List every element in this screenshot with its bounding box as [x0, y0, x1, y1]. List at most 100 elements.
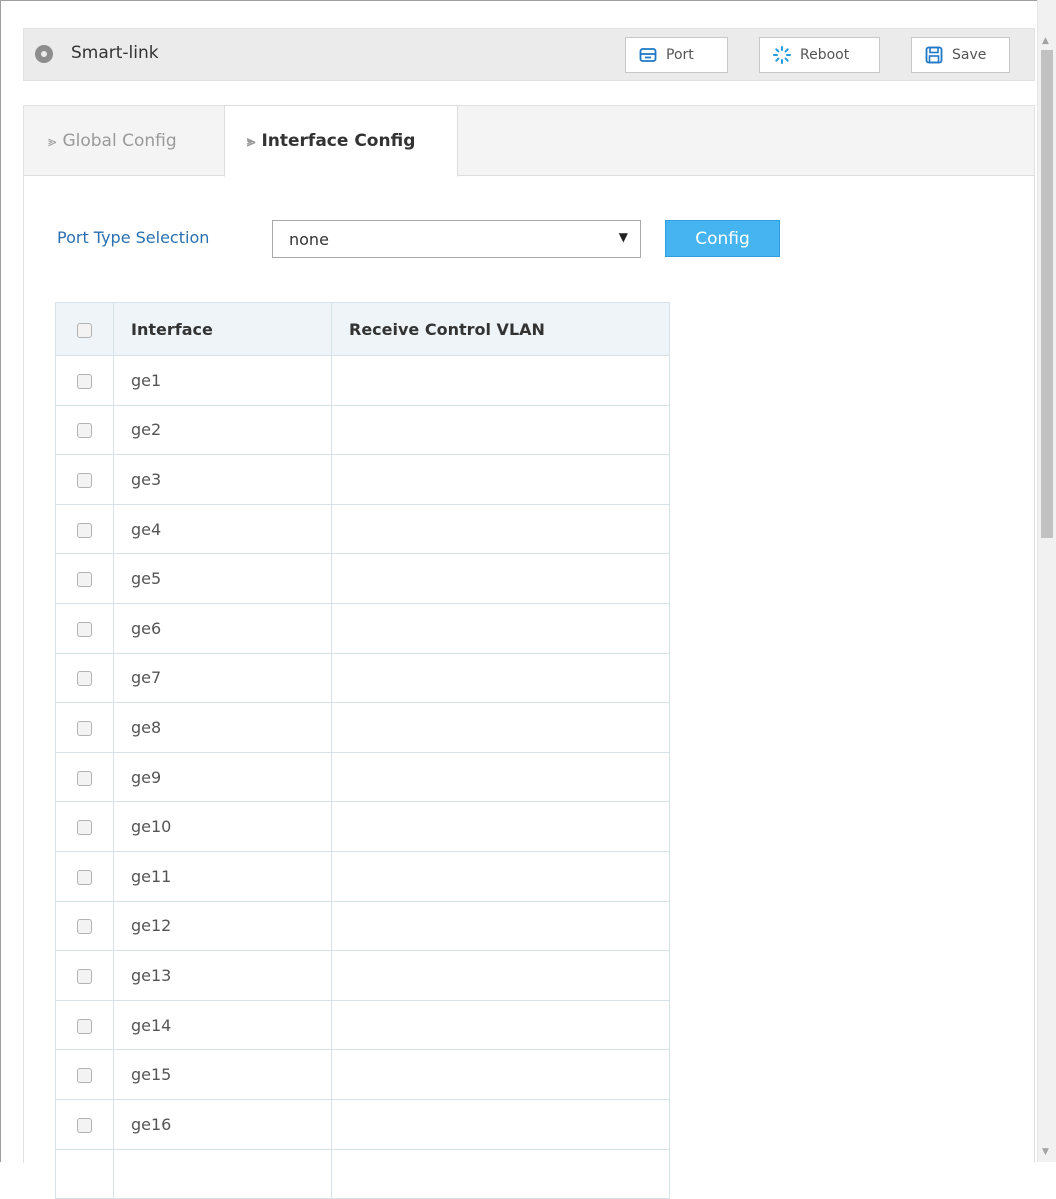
interface-cell: ge3 [113, 454, 332, 505]
row-checkbox[interactable] [77, 423, 92, 439]
tab-interface-config[interactable]: ⪢ Interface Config [224, 105, 458, 177]
select-all-checkbox[interactable] [77, 322, 92, 338]
interface-cell: ge7 [113, 652, 332, 704]
port-type-label: Port Type Selection [57, 228, 210, 247]
table-row: ge13 [55, 950, 670, 1001]
interface-cell: ge5 [113, 553, 332, 604]
scroll-up-arrow-icon[interactable]: ▲ [1042, 36, 1049, 46]
row-checkbox[interactable] [77, 720, 92, 736]
interface-cell: ge14 [113, 999, 332, 1051]
row-checkbox[interactable] [77, 820, 92, 836]
row-checkbox[interactable] [77, 572, 92, 588]
interface-cell: ge11 [113, 850, 332, 902]
scroll-down-arrow-icon[interactable]: ▼ [1042, 1147, 1049, 1157]
row-checkbox[interactable] [77, 968, 92, 984]
table-header-row: Interface Receive Control VLAN [55, 302, 670, 356]
row-checkbox[interactable] [77, 1117, 92, 1133]
interface-cell: ge15 [113, 1049, 332, 1100]
row-checkbox[interactable] [77, 770, 92, 786]
vlan-cell [331, 801, 670, 852]
table-row: ge11 [55, 850, 670, 902]
interface-cell: ge12 [113, 900, 332, 952]
table-body: ge1 ge2 ge3 ge4 ge5 ge6 ge7 ge8 ge9 ge10… [55, 355, 670, 1199]
interface-table: Interface Receive Control VLAN ge1 ge2 g… [55, 302, 670, 1199]
smart-link-panel: Smart-link Port Reboot Save ⪢ Global Con… [23, 28, 1035, 1199]
row-checkbox[interactable] [77, 1018, 92, 1034]
vlan-cell [331, 850, 670, 902]
row-checkbox[interactable] [77, 472, 92, 488]
vlan-cell [331, 751, 670, 803]
interface-cell: ge1 [113, 355, 332, 406]
reboot-label: Reboot [800, 47, 850, 63]
vlan-cell [331, 1148, 670, 1199]
interface-cell: ge8 [113, 702, 332, 753]
vertical-scrollbar[interactable]: ▲ ▼ [1037, 0, 1056, 1162]
save-button[interactable]: Save [911, 37, 1010, 73]
table-row: ge2 [55, 404, 670, 456]
chevron-right-icon: ⪢ [48, 131, 57, 150]
table-row: ge16 [55, 1098, 670, 1150]
port-type-value: none [289, 230, 329, 249]
vlan-cell [331, 950, 670, 1001]
vlan-cell [331, 602, 670, 654]
port-icon [638, 45, 658, 65]
port-type-select[interactable]: none ▼ [272, 220, 641, 258]
table-row: ge6 [55, 602, 670, 654]
row-checkbox[interactable] [77, 919, 92, 935]
table-row: ge4 [55, 503, 670, 555]
table-row: ge15 [55, 1049, 670, 1100]
interface-cell: ge6 [113, 602, 332, 654]
interface-cell: ge9 [113, 751, 332, 803]
vlan-cell [331, 1049, 670, 1100]
interface-cell: ge16 [113, 1098, 332, 1150]
row-checkbox[interactable] [77, 671, 92, 687]
vlan-cell [331, 702, 670, 753]
config-tabs: ⪢ Global Config ⪢ Interface Config [23, 105, 1035, 177]
row-checkbox[interactable] [77, 373, 92, 389]
row-checkbox[interactable] [77, 1068, 92, 1084]
vlan-cell [331, 652, 670, 704]
column-header-interface: Interface [113, 302, 332, 356]
location-pin-icon [35, 45, 53, 63]
dropdown-arrow-icon: ▼ [618, 230, 628, 244]
column-header-receive-control-vlan: Receive Control VLAN [331, 302, 670, 356]
reboot-spinner-icon [772, 45, 792, 65]
table-row: ge7 [55, 652, 670, 704]
row-checkbox[interactable] [77, 522, 92, 538]
window-frame: Smart-link Port Reboot Save ⪢ Global Con… [0, 0, 1037, 1199]
vlan-cell [331, 1098, 670, 1150]
scrollbar-thumb[interactable] [1041, 50, 1053, 538]
config-button[interactable]: Config [665, 220, 780, 257]
table-row: ge9 [55, 751, 670, 803]
interface-cell: ge4 [113, 503, 332, 555]
row-checkbox[interactable] [77, 869, 92, 885]
table-row: ge10 [55, 801, 670, 852]
table-row: ge5 [55, 553, 670, 604]
save-floppy-icon [924, 45, 944, 65]
interface-cell: ge2 [113, 404, 332, 456]
page-title: Smart-link [71, 43, 159, 63]
vlan-cell [331, 503, 670, 555]
interface-cell: ge10 [113, 801, 332, 852]
interface-cell: ge13 [113, 950, 332, 1001]
table-row: ge8 [55, 702, 670, 753]
tab-label: Interface Config [261, 131, 416, 151]
row-checkbox[interactable] [77, 621, 92, 637]
port-button[interactable]: Port [625, 37, 728, 73]
table-row: ge12 [55, 900, 670, 952]
reboot-button[interactable]: Reboot [759, 37, 880, 73]
select-all-cell [55, 302, 114, 356]
vlan-cell [331, 404, 670, 456]
save-label: Save [952, 47, 987, 63]
table-row: ge1 [55, 355, 670, 406]
chevron-right-icon: ⪢ [247, 132, 256, 150]
vlan-cell [331, 553, 670, 604]
vlan-cell [331, 355, 670, 406]
tab-global-config[interactable]: ⪢ Global Config [24, 105, 225, 176]
vlan-cell [331, 999, 670, 1051]
vlan-cell [331, 454, 670, 505]
table-row: ge14 [55, 999, 670, 1051]
vlan-cell [331, 900, 670, 952]
port-label: Port [666, 47, 694, 63]
interface-cell [113, 1148, 332, 1199]
